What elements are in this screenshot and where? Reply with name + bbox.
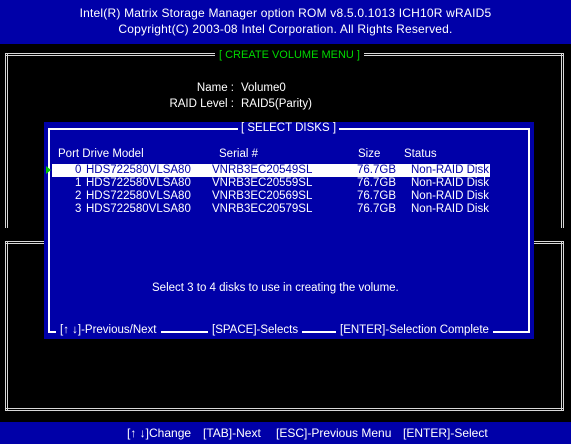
footer-esc-previous: [ESC]-Previous Menu <box>276 426 392 440</box>
raid-level-value[interactable]: RAID5(Parity) <box>241 98 312 110</box>
column-status: Status <box>404 148 437 160</box>
disk-row-0[interactable]: 0 HDS722580VLSA80 VNRB3EC20549SL 76.7GB … <box>46 164 490 177</box>
disk-port: 2 <box>75 190 82 202</box>
disk-status: Non-RAID Disk <box>411 190 489 202</box>
raid-level-label: RAID Level : <box>169 98 234 110</box>
hint-space-select: [SPACE]-Selects <box>208 324 303 336</box>
select-disks-dialog: [ SELECT DISKS ] Port Drive Model Serial… <box>44 122 534 339</box>
disk-size: 76.7GB <box>357 190 396 202</box>
hint-enter-complete: [ENTER]-Selection Complete <box>336 324 493 336</box>
disk-row-1[interactable]: 1 HDS722580VLSA80 VNRB3EC20559SL 76.7GB … <box>52 177 490 190</box>
column-serial: Serial # <box>219 148 258 160</box>
help-frame-bottom <box>5 408 564 411</box>
disk-row-3[interactable]: 3 HDS722580VLSA80 VNRB3EC20579SL 76.7GB … <box>52 203 490 216</box>
disk-port: 0 <box>75 164 82 176</box>
instruction-message: Select 3 to 4 disks to use in creating t… <box>152 282 399 294</box>
disk-model: HDS722580VLSA80 <box>86 164 191 176</box>
footer-enter-select: [ENTER]-Select <box>403 426 488 440</box>
column-port-drive-model: Port Drive Model <box>58 148 144 160</box>
disk-size: 76.7GB <box>357 203 396 215</box>
footer-tab-next: [TAB]-Next <box>203 426 261 440</box>
selection-arrow-icon <box>46 166 51 174</box>
name-value[interactable]: Volume0 <box>241 82 286 94</box>
create-volume-title: [ CREATE VOLUME MENU ] <box>215 49 364 61</box>
name-label: Name : <box>196 82 234 94</box>
disk-size: 76.7GB <box>357 164 396 176</box>
disk-port: 3 <box>75 203 82 215</box>
menu-frame-left <box>5 53 8 228</box>
disk-size: 76.7GB <box>357 177 396 189</box>
disk-model: HDS722580VLSA80 <box>86 203 191 215</box>
disk-port: 1 <box>75 177 82 189</box>
disk-serial: VNRB3EC20569SL <box>212 190 313 202</box>
column-size: Size <box>358 148 381 160</box>
disk-serial: VNRB3EC20549SL <box>212 164 313 176</box>
disk-model: HDS722580VLSA80 <box>86 190 191 202</box>
hint-navigate: [↑ ↓]-Previous/Next <box>56 324 161 336</box>
help-frame-left <box>5 241 8 411</box>
disk-status: Non-RAID Disk <box>411 203 489 215</box>
disk-model: HDS722580VLSA80 <box>86 177 191 189</box>
disk-serial: VNRB3EC20559SL <box>212 177 313 189</box>
dialog-border-left <box>48 128 50 333</box>
disk-status: Non-RAID Disk <box>411 177 489 189</box>
dialog-border-right <box>528 128 530 333</box>
disk-status: Non-RAID Disk <box>411 164 489 176</box>
disk-serial: VNRB3EC20579SL <box>212 203 313 215</box>
rom-title: Intel(R) Matrix Storage Manager option R… <box>79 6 492 20</box>
footer-keybar: [↑ ↓]Change [TAB]-Next [ESC]-Previous Me… <box>0 422 571 444</box>
copyright-text: Copyright(C) 2003-08 Intel Corporation. … <box>118 22 453 36</box>
help-frame-right <box>561 241 564 411</box>
rom-header: Intel(R) Matrix Storage Manager option R… <box>0 0 571 44</box>
menu-frame-right <box>561 53 564 228</box>
footer-change: [↑ ↓]Change <box>127 426 192 440</box>
disk-row-2[interactable]: 2 HDS722580VLSA80 VNRB3EC20569SL 76.7GB … <box>52 190 490 203</box>
select-disks-title: [ SELECT DISKS ] <box>238 122 340 134</box>
